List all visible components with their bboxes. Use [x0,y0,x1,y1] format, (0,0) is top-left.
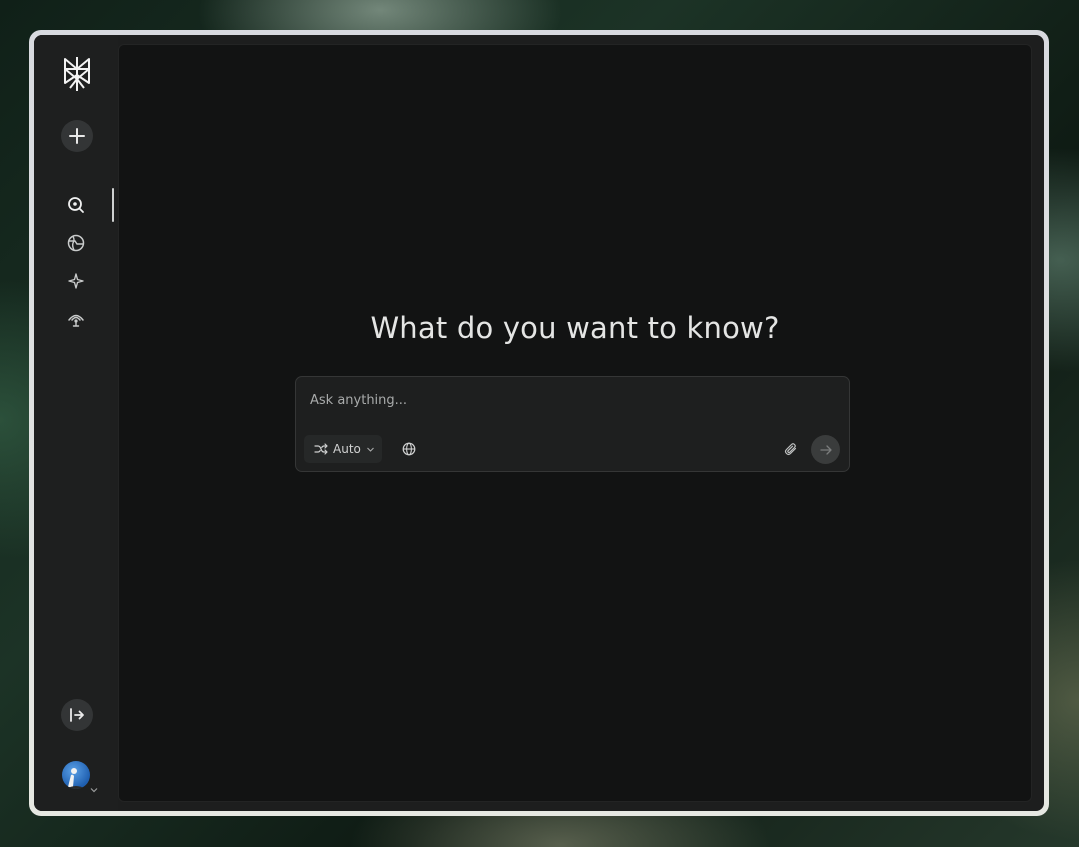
globe-icon [402,442,416,456]
signal-icon [68,314,84,327]
attach-button[interactable] [782,440,800,458]
sidebar [34,35,118,811]
perplexity-logo-icon[interactable] [60,55,94,93]
active-nav-indicator [112,188,114,222]
page-title: What do you want to know? [370,311,780,345]
arrow-right-icon [819,444,832,455]
search-box[interactable]: Auto [295,376,850,472]
sidebar-item-discover[interactable] [65,232,87,254]
avatar-image [66,768,86,789]
submit-button[interactable] [811,435,840,464]
expand-sidebar-icon [70,708,84,722]
plus-icon [69,128,85,144]
chevron-down-icon [366,447,374,452]
app-window: What do you want to know? Auto [34,35,1044,811]
search-input[interactable] [310,389,810,411]
shuffle-icon [314,443,328,455]
expand-sidebar-button[interactable] [61,699,93,731]
search-mode-dropdown[interactable]: Auto [304,435,382,463]
sources-button[interactable] [400,440,418,458]
sidebar-item-search[interactable] [65,194,87,216]
sidebar-item-spaces[interactable] [65,270,87,292]
sidebar-item-live[interactable] [65,308,87,330]
chevron-down-icon[interactable] [89,780,99,793]
paperclip-icon [784,443,797,456]
search-icon [68,197,84,213]
main-content: What do you want to know? Auto [118,44,1032,802]
search-mode-label: Auto [333,442,361,456]
app-frame: What do you want to know? Auto [29,30,1049,816]
new-thread-button[interactable] [61,120,93,152]
sparkle-icon [68,273,84,289]
user-avatar[interactable] [62,761,90,789]
globe-icon [67,234,85,252]
